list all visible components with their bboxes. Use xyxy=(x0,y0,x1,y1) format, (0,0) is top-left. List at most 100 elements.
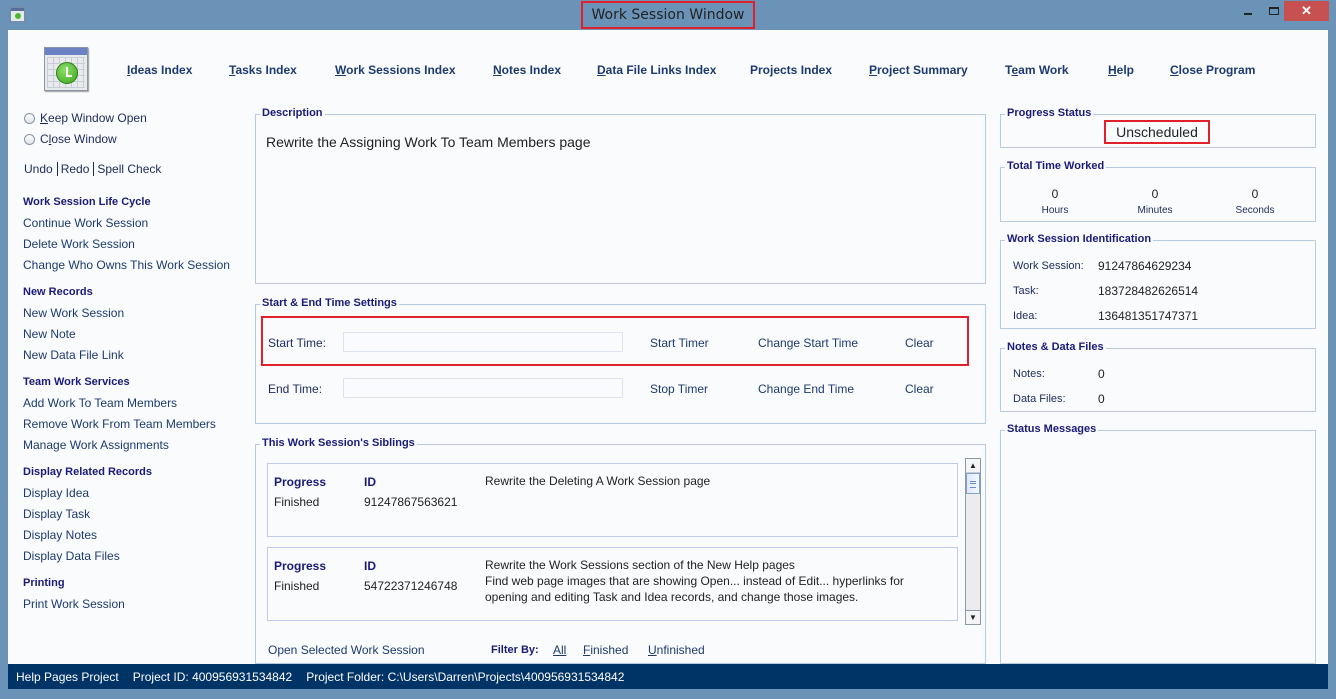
display-notes-link[interactable]: Display Notes xyxy=(23,528,97,542)
delete-work-session-link[interactable]: Delete Work Session xyxy=(23,237,135,251)
status-messages-group: Status Messages xyxy=(1000,423,1316,664)
filter-unfinished-link[interactable]: Unfinished xyxy=(648,643,705,657)
identification-title: Work Session Identification xyxy=(1005,233,1154,245)
hours-label: Hours xyxy=(1041,205,1069,216)
description-title: Description xyxy=(260,107,325,119)
sibling-progress: Finished xyxy=(274,495,320,509)
sibling-description: Rewrite the Work Sessions section of the… xyxy=(485,558,904,604)
siblings-title: This Work Session's Siblings xyxy=(260,437,417,449)
nav-help[interactable]: Help xyxy=(1108,63,1134,77)
notes-count: 0 xyxy=(1098,367,1105,381)
project-id: Project ID: 400956931534842 xyxy=(132,669,293,684)
redo-link[interactable]: Redo xyxy=(56,162,94,176)
start-time-input[interactable] xyxy=(343,332,623,352)
display-idea-link[interactable]: Display Idea xyxy=(23,486,89,500)
display-task-link[interactable]: Display Task xyxy=(23,507,90,521)
project-name: Help Pages Project xyxy=(16,669,119,684)
start-time-label: Start Time: xyxy=(268,336,327,350)
change-owner-link[interactable]: Change Who Owns This Work Session xyxy=(23,258,230,272)
section-heading: New Records xyxy=(23,286,93,298)
change-start-time-link[interactable]: Change Start Time xyxy=(758,336,858,350)
radio-button[interactable] xyxy=(24,133,35,145)
maximize-icon xyxy=(1269,7,1279,15)
sibling-id: 91247867563621 xyxy=(364,495,458,509)
minimize-icon xyxy=(1244,13,1252,15)
total-time-group: Total Time Worked 0 Hours 0 Minutes 0 Se… xyxy=(1000,160,1316,222)
task-id-value: 183728482626514 xyxy=(1098,284,1199,298)
start-timer-link[interactable]: Start Timer xyxy=(650,336,709,350)
status-bar: Help Pages Project Project ID: 400956931… xyxy=(8,664,1328,689)
section-heading: Work Session Life Cycle xyxy=(23,196,151,208)
nav-project-summary[interactable]: Project Summary xyxy=(869,63,968,77)
add-work-to-team-link[interactable]: Add Work To Team Members xyxy=(23,396,177,410)
keep-window-open-radio[interactable]: Keep Window Open xyxy=(24,111,147,125)
end-time-label: End Time: xyxy=(268,382,323,396)
new-data-file-link-link[interactable]: New Data File Link xyxy=(23,348,124,362)
siblings-scrollbar[interactable]: ▲ ▼ xyxy=(965,458,981,625)
work-session-logo-icon xyxy=(44,47,88,91)
radio-button[interactable] xyxy=(24,112,35,124)
nav-work-sessions-index[interactable]: Work Sessions Index xyxy=(335,63,456,77)
work-session-id-label: Work Session: xyxy=(1013,260,1084,272)
description-text[interactable]: Rewrite the Assigning Work To Team Membe… xyxy=(266,134,591,150)
nav-notes-index[interactable]: Notes Index xyxy=(493,63,561,77)
nav-data-file-links-index[interactable]: Data File Links Index xyxy=(597,63,716,77)
title-bar: Work Session Window ✕ xyxy=(0,0,1336,30)
identification-group: Work Session Identification Work Session… xyxy=(1000,233,1316,329)
seconds-value: 0 xyxy=(1251,187,1259,201)
section-heading: Team Work Services xyxy=(23,376,130,388)
close-window-radio[interactable]: Cl ose Window xyxy=(24,132,117,146)
spell-check-link[interactable]: Spell Check xyxy=(93,162,165,176)
end-time-input[interactable] xyxy=(343,378,623,398)
notes-files-group: Notes & Data Files Notes: 0 Data Files: … xyxy=(1000,341,1316,412)
filter-by-label: Filter By: xyxy=(491,644,539,656)
clear-end-link[interactable]: Clear xyxy=(905,382,934,396)
sibling-id: 54722371246748 xyxy=(364,579,458,593)
undo-link[interactable]: Undo xyxy=(24,162,57,176)
minimize-button[interactable] xyxy=(1237,1,1263,21)
new-note-link[interactable]: New Note xyxy=(23,327,76,341)
scroll-up-icon[interactable]: ▲ xyxy=(966,459,980,473)
nav-close-program[interactable]: Close Program xyxy=(1170,63,1255,77)
nav-team-work[interactable]: Team Work xyxy=(1005,63,1069,77)
status-messages-title: Status Messages xyxy=(1005,423,1099,435)
nav-projects-index[interactable]: Projects Index xyxy=(750,63,832,77)
app-icon[interactable] xyxy=(10,7,25,22)
new-work-session-link[interactable]: New Work Session xyxy=(23,306,124,320)
sibling-card[interactable]: Progress ID Finished 54722371246748 Rewr… xyxy=(267,547,958,621)
data-files-label: Data Files: xyxy=(1013,393,1066,405)
scroll-down-icon[interactable]: ▼ xyxy=(966,610,980,624)
open-selected-work-session-link[interactable]: Open Selected Work Session xyxy=(268,643,425,657)
window-client: Ideas Index Tasks Index Work Sessions In… xyxy=(8,30,1328,664)
close-icon: ✕ xyxy=(1301,3,1312,18)
change-end-time-link[interactable]: Change End Time xyxy=(758,382,854,396)
progress-status-value: Unscheduled xyxy=(1104,120,1210,144)
id-header: ID xyxy=(364,475,376,489)
nav-tasks-index[interactable]: Tasks Index xyxy=(229,63,297,77)
section-heading: Printing xyxy=(23,577,65,589)
work-session-id-value: 91247864629234 xyxy=(1098,259,1192,273)
idea-id-label: Idea: xyxy=(1013,310,1038,322)
notes-label: Notes: xyxy=(1013,368,1045,380)
remove-work-from-team-link[interactable]: Remove Work From Team Members xyxy=(23,417,216,431)
scroll-thumb[interactable] xyxy=(966,473,980,494)
progress-status-group: Progress Status Unscheduled xyxy=(1000,107,1316,148)
clear-start-link[interactable]: Clear xyxy=(905,336,934,350)
siblings-group: This Work Session's Siblings Progress ID… xyxy=(255,437,986,664)
notes-files-title: Notes & Data Files xyxy=(1005,341,1106,353)
print-work-session-link[interactable]: Print Work Session xyxy=(23,597,125,611)
filter-all-link[interactable]: All xyxy=(553,643,566,657)
time-settings-title: Start & End Time Settings xyxy=(260,297,399,309)
filter-finished-link[interactable]: Finished xyxy=(583,643,628,657)
nav-ideas-index[interactable]: Ideas Index xyxy=(127,63,192,77)
minutes-value: 0 xyxy=(1151,187,1159,201)
stop-timer-link[interactable]: Stop Timer xyxy=(650,382,708,396)
data-files-count: 0 xyxy=(1098,392,1105,406)
project-folder: Project Folder: C:\Users\Darren\Projects… xyxy=(306,669,625,684)
sibling-card[interactable]: Progress ID Finished 91247867563621 Rewr… xyxy=(267,463,958,537)
close-window-button[interactable]: ✕ xyxy=(1284,1,1329,21)
manage-work-assignments-link[interactable]: Manage Work Assignments xyxy=(23,438,169,452)
display-data-files-link[interactable]: Display Data Files xyxy=(23,549,120,563)
total-time-title: Total Time Worked xyxy=(1005,160,1107,172)
continue-work-session-link[interactable]: Continue Work Session xyxy=(23,216,148,230)
